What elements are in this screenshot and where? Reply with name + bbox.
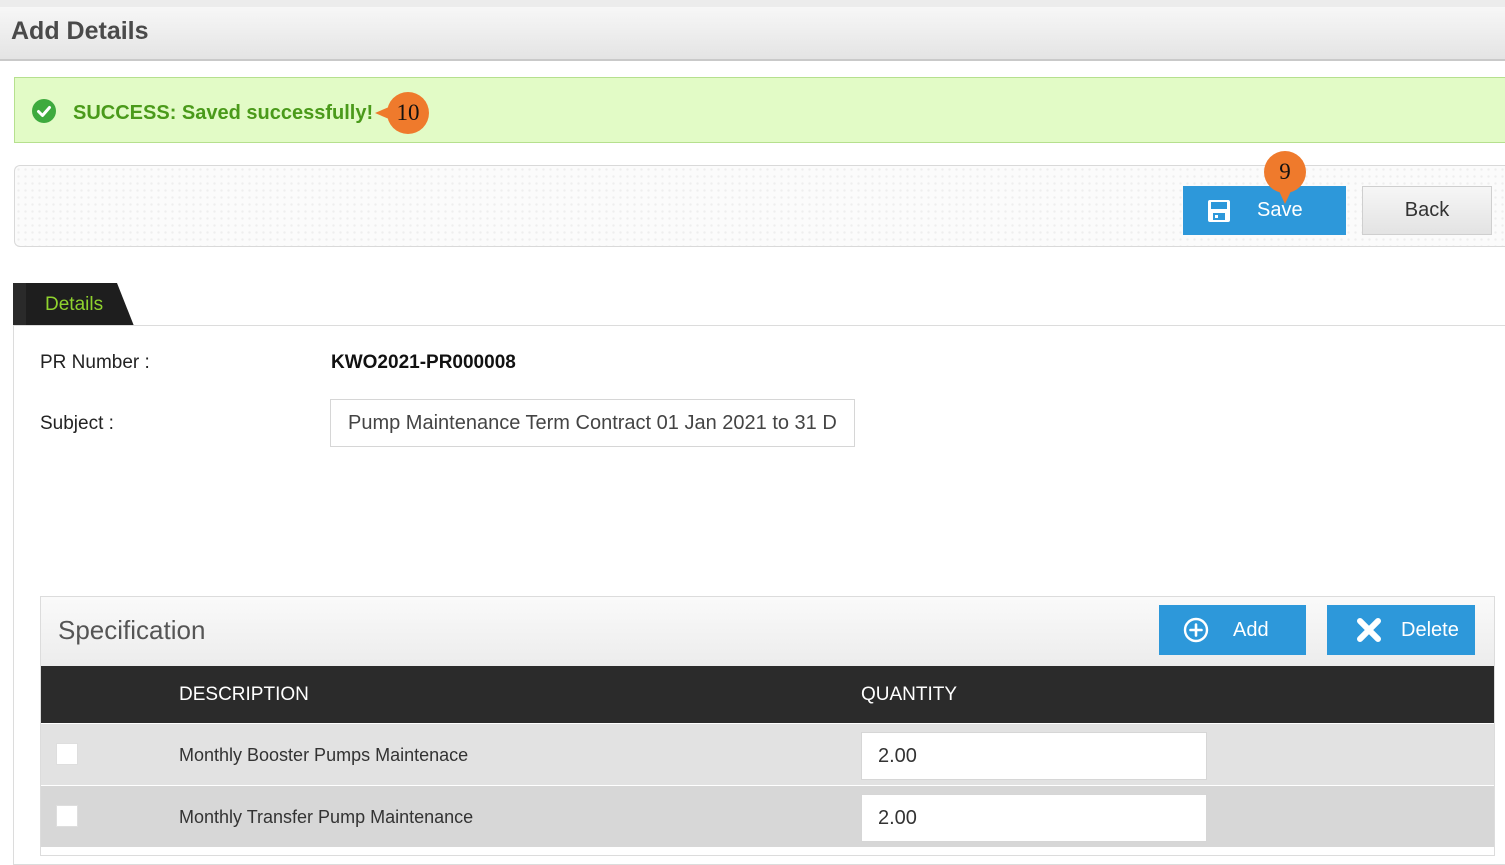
- quantity-input[interactable]: [861, 794, 1207, 842]
- row-select-checkbox[interactable]: [56, 805, 78, 827]
- table-row: Monthly Transfer Pump Maintenance: [41, 786, 1494, 847]
- add-button[interactable]: Add: [1159, 605, 1306, 655]
- row-description: Monthly Booster Pumps Maintenace: [179, 745, 469, 765]
- window-top-strip: [0, 0, 1505, 7]
- pr-number-value: KWO2021-PR000008: [331, 352, 516, 373]
- subject-label: Subject :: [40, 413, 114, 434]
- step-callout-save: 9: [1264, 151, 1306, 204]
- column-header-description: DESCRIPTION: [179, 684, 309, 705]
- x-icon: [1356, 617, 1382, 649]
- delete-button-label: Delete: [1401, 619, 1459, 641]
- step-callout-alert: 10: [375, 92, 429, 134]
- page-header: Add Details: [0, 7, 1505, 61]
- tab-details-label: Details: [45, 294, 104, 315]
- delete-button[interactable]: Delete: [1327, 605, 1475, 655]
- specification-title: Specification: [58, 615, 206, 645]
- check-circle-icon: [32, 99, 56, 123]
- plus-circle-icon: [1183, 617, 1209, 649]
- column-header-quantity: QUANTITY: [861, 684, 958, 705]
- save-button[interactable]: Save: [1183, 186, 1346, 235]
- pr-number-label: PR Number :: [40, 352, 150, 373]
- quantity-input[interactable]: [861, 732, 1207, 780]
- subject-input[interactable]: [330, 399, 855, 447]
- page-title: Add Details: [11, 17, 149, 45]
- tab-details[interactable]: Details: [13, 283, 134, 326]
- success-alert: SUCCESS: Saved successfully!: [14, 77, 1505, 143]
- table-row: Monthly Booster Pumps Maintenace: [41, 724, 1494, 785]
- row-select-checkbox[interactable]: [56, 743, 78, 765]
- row-description: Monthly Transfer Pump Maintenance: [179, 807, 474, 827]
- add-button-label: Add: [1233, 619, 1269, 641]
- floppy-disk-icon: [1208, 200, 1230, 228]
- alert-message: SUCCESS: Saved successfully!: [73, 102, 374, 124]
- back-button[interactable]: Back: [1362, 186, 1492, 235]
